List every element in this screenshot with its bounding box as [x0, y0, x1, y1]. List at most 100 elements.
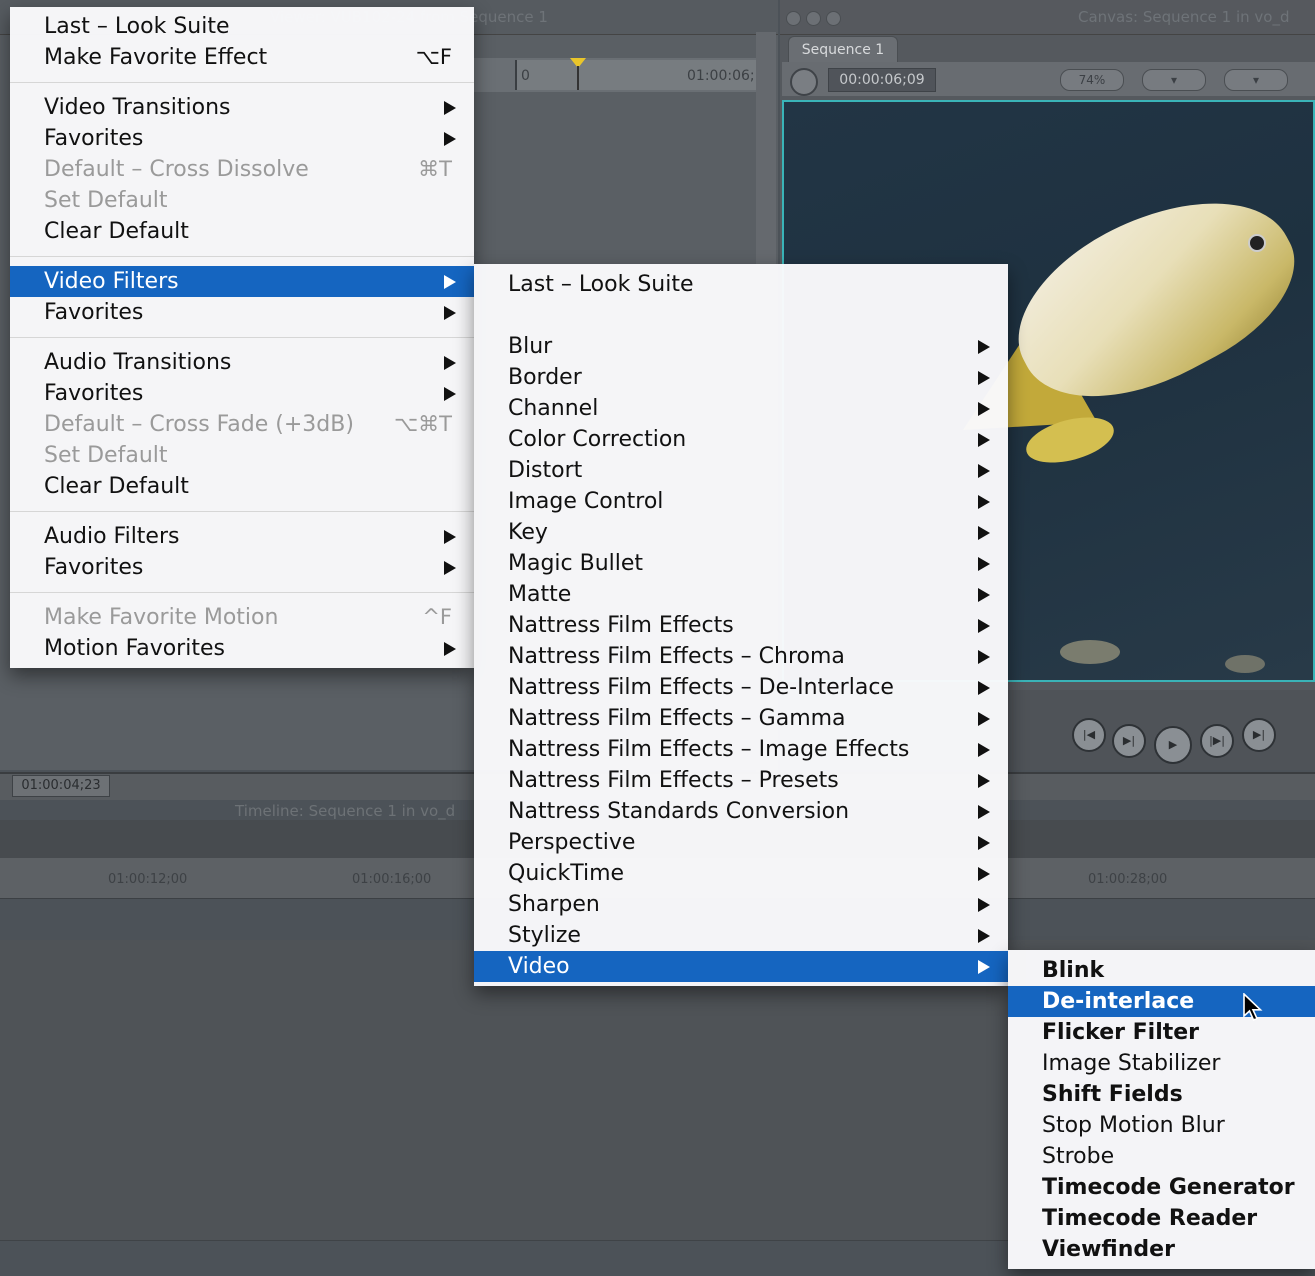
- canvas-timecode-field[interactable]: 00:00:06;09: [828, 68, 936, 92]
- menu-item-clear-default[interactable]: Clear Default: [10, 471, 474, 502]
- submenu-arrow-icon: [978, 774, 990, 788]
- menu-item-label: Distort: [508, 458, 583, 483]
- menu-item-quicktime[interactable]: QuickTime: [474, 858, 1008, 889]
- submenu-arrow-icon: [444, 387, 456, 401]
- menu-item-label: Audio Transitions: [44, 350, 232, 375]
- menu-item-de-interlace[interactable]: De-interlace: [1008, 986, 1315, 1017]
- menu-item-perspective[interactable]: Perspective: [474, 827, 1008, 858]
- ruler-label: 01:00:28;00: [1088, 872, 1168, 887]
- menu-item-last-look-suite[interactable]: Last – Look Suite: [474, 269, 1008, 300]
- submenu-arrow-icon: [444, 561, 456, 575]
- viewer-ruler[interactable]: 0 01:00:06;: [515, 60, 757, 90]
- menu-item-nattress-standards-conversion[interactable]: Nattress Standards Conversion: [474, 796, 1008, 827]
- menu-item-favorites[interactable]: Favorites: [10, 297, 474, 328]
- menu-item-nattress-film-effects-chroma[interactable]: Nattress Film Effects – Chroma: [474, 641, 1008, 672]
- submenu-arrow-icon: [978, 929, 990, 943]
- effects-menu: Last – Look Suite Make Favorite Effect ⌥F V…: [10, 7, 474, 668]
- menu-item-audio-transitions[interactable]: Audio Transitions: [10, 347, 474, 378]
- menu-item-timecode-generator[interactable]: Timecode Generator: [1008, 1172, 1315, 1203]
- display-mode-popup[interactable]: ▾: [1224, 69, 1288, 91]
- menu-item-video-transitions[interactable]: Video Transitions: [10, 92, 474, 123]
- menu-item-color-correction[interactable]: Color Correction: [474, 424, 1008, 455]
- menu-item-last-look-suite[interactable]: Last – Look Suite: [10, 11, 474, 42]
- menu-item-make-favorite-effect[interactable]: Make Favorite Effect ⌥F: [10, 42, 474, 73]
- menu-item-key[interactable]: Key: [474, 517, 1008, 548]
- menu-item-label: Nattress Film Effects – Image Effects: [508, 737, 910, 762]
- menu-item-shortcut: ⌘T: [418, 157, 452, 181]
- close-window-button[interactable]: [786, 11, 801, 26]
- menu-item-favorites[interactable]: Favorites: [10, 378, 474, 409]
- submenu-arrow-icon: [978, 805, 990, 819]
- menu-item-label: Video: [508, 954, 570, 979]
- go-to-next-edit-icon[interactable]: ▶|: [1242, 718, 1276, 752]
- submenu-arrow-icon: [978, 960, 990, 974]
- menu-item-label: Blink: [1042, 958, 1105, 983]
- menu-item-magic-bullet[interactable]: Magic Bullet: [474, 548, 1008, 579]
- menu-item-nattress-film-effects-gamma[interactable]: Nattress Film Effects – Gamma: [474, 703, 1008, 734]
- timeline-current-timecode[interactable]: 01:00:04;23: [12, 775, 110, 797]
- menu-item-stylize[interactable]: Stylize: [474, 920, 1008, 951]
- menu-item-matte[interactable]: Matte: [474, 579, 1008, 610]
- menu-item-video[interactable]: Video: [474, 951, 1008, 982]
- submenu-arrow-icon: [444, 132, 456, 146]
- fish-eye: [1248, 234, 1266, 252]
- viewer-ruler-start: 0: [521, 68, 530, 84]
- menu-item-viewfinder[interactable]: Viewfinder: [1008, 1234, 1315, 1265]
- menu-item-nattress-film-effects-presets[interactable]: Nattress Film Effects – Presets: [474, 765, 1008, 796]
- menu-item-nattress-film-effects[interactable]: Nattress Film Effects: [474, 610, 1008, 641]
- menu-item-label: Image Control: [508, 489, 664, 514]
- menu-item-sharpen[interactable]: Sharpen: [474, 889, 1008, 920]
- menu-item-channel[interactable]: Channel: [474, 393, 1008, 424]
- menu-item-default-cross-dissolve: Default – Cross Dissolve ⌘T: [10, 154, 474, 185]
- menu-item-strobe[interactable]: Strobe: [1008, 1141, 1315, 1172]
- transport-controls: |◀ ▶| ▶ |▶| ▶|: [1008, 690, 1315, 770]
- menu-item-image-control[interactable]: Image Control: [474, 486, 1008, 517]
- submenu-arrow-icon: [444, 356, 456, 370]
- menu-separator: [10, 502, 474, 521]
- menu-item-blur[interactable]: Blur: [474, 331, 1008, 362]
- menu-item-flicker-filter[interactable]: Flicker Filter: [1008, 1017, 1315, 1048]
- menu-item-favorites[interactable]: Favorites: [10, 552, 474, 583]
- submenu-arrow-icon: [978, 650, 990, 664]
- zoom-popup[interactable]: 74%: [1060, 69, 1124, 91]
- go-to-previous-edit-icon[interactable]: |◀: [1072, 718, 1106, 752]
- menu-item-label: Set Default: [44, 188, 168, 213]
- timecode-dial-icon[interactable]: [790, 68, 818, 96]
- tab-sequence-1[interactable]: Sequence 1: [788, 36, 898, 63]
- menu-item-image-stabilizer[interactable]: Image Stabilizer: [1008, 1048, 1315, 1079]
- canvas-titlebar: Canvas: Sequence 1 in vo_d: [780, 0, 1315, 35]
- menu-item-border[interactable]: Border: [474, 362, 1008, 393]
- menu-item-label: Viewfinder: [1042, 1237, 1175, 1262]
- submenu-arrow-icon: [978, 526, 990, 540]
- menu-item-set-default: Set Default: [10, 440, 474, 471]
- minimize-window-button[interactable]: [806, 11, 821, 26]
- menu-separator: [10, 247, 474, 266]
- menu-item-label: Color Correction: [508, 427, 687, 452]
- menu-item-nattress-film-effects-image-effects[interactable]: Nattress Film Effects – Image Effects: [474, 734, 1008, 765]
- menu-item-label: Nattress Film Effects – Chroma: [508, 644, 845, 669]
- menu-item-audio-filters[interactable]: Audio Filters: [10, 521, 474, 552]
- menu-item-favorites[interactable]: Favorites: [10, 123, 474, 154]
- zoom-window-button[interactable]: [826, 11, 841, 26]
- menu-item-blink[interactable]: Blink: [1008, 955, 1315, 986]
- ruler-label: 01:00:12;00: [108, 872, 188, 887]
- menu-item-video-filters[interactable]: Video Filters: [10, 266, 474, 297]
- submenu-arrow-icon: [444, 642, 456, 656]
- play-around-current-icon[interactable]: |▶|: [1200, 724, 1234, 758]
- menu-item-clear-default[interactable]: Clear Default: [10, 216, 474, 247]
- menu-item-motion-favorites[interactable]: Motion Favorites: [10, 633, 474, 664]
- play-icon[interactable]: ▶: [1154, 726, 1192, 764]
- menu-item-nattress-film-effects-de-interlace[interactable]: Nattress Film Effects – De-Interlace: [474, 672, 1008, 703]
- menu-item-label: Video Filters: [44, 269, 179, 294]
- play-in-to-out-icon[interactable]: ▶|: [1112, 724, 1146, 758]
- menu-item-shift-fields[interactable]: Shift Fields: [1008, 1079, 1315, 1110]
- menu-item-label: Nattress Film Effects – De-Interlace: [508, 675, 894, 700]
- menu-item-distort[interactable]: Distort: [474, 455, 1008, 486]
- menu-item-label: Favorites: [44, 381, 144, 406]
- view-popup[interactable]: ▾: [1142, 69, 1206, 91]
- menu-item-stop-motion-blur[interactable]: Stop Motion Blur: [1008, 1110, 1315, 1141]
- menu-item-timecode-reader[interactable]: Timecode Reader: [1008, 1203, 1315, 1234]
- submenu-arrow-icon: [444, 275, 456, 289]
- menu-item-label: Nattress Film Effects – Presets: [508, 768, 839, 793]
- submenu-arrow-icon: [978, 340, 990, 354]
